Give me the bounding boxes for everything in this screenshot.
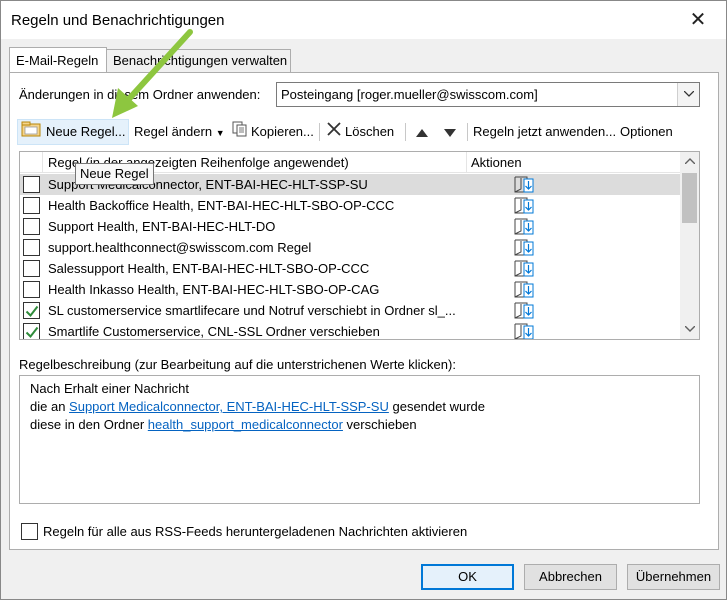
copy-rule-button[interactable]: Kopieren...	[229, 119, 317, 145]
rss-checkbox-label: Regeln für alle aus RSS-Feeds herunterge…	[43, 524, 468, 539]
cancel-button[interactable]: Abbrechen	[524, 564, 617, 590]
folder-label: Änderungen in diesem Ordner anwenden:	[19, 87, 261, 102]
close-button[interactable]: ✕	[684, 7, 712, 33]
move-to-folder-icon	[513, 280, 535, 302]
folder-select[interactable]: Posteingang [roger.mueller@swisscom.com]	[276, 82, 700, 107]
rule-row[interactable]: Smartlife Customerservice, CNL-SSL Ordne…	[20, 321, 680, 339]
move-to-folder-icon	[513, 259, 535, 281]
options-button[interactable]: Optionen	[617, 119, 677, 145]
rule-row[interactable]: Salessupport Health, ENT-BAI-HEC-HLT-SBO…	[20, 258, 680, 279]
description-text: diese in den Ordner	[30, 417, 148, 432]
recipient-link[interactable]: Support Medicalconnector, ENT-BAI-HEC-HL…	[69, 399, 389, 414]
scroll-down-icon[interactable]	[680, 320, 699, 339]
change-rule-label: Regel ändern	[134, 124, 213, 139]
options-label: Optionen	[620, 124, 673, 139]
rule-row[interactable]: Health Inkasso Health, ENT-BAI-HEC-HLT-S…	[20, 279, 680, 300]
move-down-button[interactable]	[441, 119, 463, 145]
move-to-folder-icon	[513, 196, 535, 218]
folder-link[interactable]: health_support_medicalconnector	[148, 417, 343, 432]
toolbar-separator	[319, 123, 320, 141]
window-title: Regeln und Benachrichtigungen	[11, 12, 225, 29]
triangle-down-icon	[444, 120, 456, 146]
copy-label: Kopieren...	[251, 124, 314, 139]
rule-name: Health Inkasso Health, ENT-BAI-HEC-HLT-S…	[48, 282, 380, 297]
move-to-folder-icon	[513, 175, 535, 197]
rss-checkbox[interactable]	[21, 523, 38, 540]
description-line-3: diese in den Ordner health_support_medic…	[30, 417, 417, 432]
title-bar: Regeln und Benachrichtigungen ✕	[1, 1, 726, 39]
delete-label: Löschen	[345, 124, 395, 139]
tab-manage-notifications[interactable]: Benachrichtigungen verwalten	[106, 49, 291, 73]
new-rule-button[interactable]: Neue Regel...	[17, 119, 129, 145]
rule-row[interactable]: Health Backoffice Health, ENT-BAI-HEC-HL…	[20, 195, 680, 216]
move-to-folder-icon	[513, 301, 535, 323]
ok-button[interactable]: OK	[421, 564, 514, 590]
rule-name: Health Backoffice Health, ENT-BAI-HEC-HL…	[48, 198, 395, 213]
rule-name: Smartlife Customerservice, CNL-SSL Ordne…	[48, 324, 380, 339]
new-rule-label: Neue Regel...	[46, 124, 126, 139]
rules-dialog: Regeln und Benachrichtigungen ✕ Benachri…	[0, 0, 727, 600]
tab-email-rules[interactable]: E-Mail-Regeln	[9, 47, 107, 73]
description-label: Regelbeschreibung (zur Bearbeitung auf d…	[19, 357, 456, 372]
tab-label: Benachrichtigungen verwalten	[113, 53, 288, 68]
rule-checkbox[interactable]	[23, 218, 40, 235]
chevron-down-icon[interactable]	[677, 83, 699, 106]
scroll-up-icon[interactable]	[680, 152, 699, 171]
column-header-actions[interactable]: Aktionen	[471, 155, 522, 170]
new-rule-tooltip: Neue Regel	[75, 163, 154, 185]
rule-checkbox[interactable]	[23, 176, 40, 193]
rule-name: Support Health, ENT-BAI-HEC-HLT-DO	[48, 219, 276, 234]
rule-checkbox[interactable]	[23, 239, 40, 256]
scroll-thumb[interactable]	[682, 173, 697, 223]
rule-checkbox[interactable]	[23, 260, 40, 277]
copy-icon	[232, 120, 248, 146]
description-text: verschieben	[342, 417, 417, 432]
rule-checkbox[interactable]	[23, 302, 40, 319]
move-to-folder-icon	[513, 238, 535, 260]
rule-row[interactable]: SL customerservice smartlifecare und Not…	[20, 300, 680, 321]
delete-x-icon	[326, 120, 342, 146]
run-rules-now-button[interactable]: Regeln jetzt anwenden...	[470, 119, 617, 145]
description-text: gesendet wurde	[388, 399, 485, 414]
triangle-up-icon	[416, 120, 428, 146]
move-to-folder-icon	[513, 217, 535, 239]
rule-checkbox[interactable]	[23, 323, 40, 339]
rule-name: Salessupport Health, ENT-BAI-HEC-HLT-SBO…	[48, 261, 370, 276]
rule-row[interactable]: Support Health, ENT-BAI-HEC-HLT-DO	[20, 216, 680, 237]
new-rule-icon	[21, 121, 43, 145]
change-rule-button[interactable]: Regel ändern ▼	[131, 119, 225, 145]
rules-scrollbar[interactable]	[680, 152, 699, 339]
move-to-folder-icon	[513, 322, 535, 339]
toolbar-separator	[405, 123, 406, 141]
run-rules-label: Regeln jetzt anwenden...	[473, 124, 617, 139]
rule-row[interactable]: support.healthconnect@swisscom.com Regel	[20, 237, 680, 258]
description-line-1: Nach Erhalt einer Nachricht	[30, 381, 189, 396]
rule-name: SL customerservice smartlifecare und Not…	[48, 303, 456, 318]
description-line-2: die an Support Medicalconnector, ENT-BAI…	[30, 399, 485, 414]
rule-checkbox[interactable]	[23, 281, 40, 298]
rule-name: support.healthconnect@swisscom.com Regel	[48, 240, 312, 255]
delete-rule-button[interactable]: Löschen	[323, 119, 401, 145]
rule-description-box: Nach Erhalt einer Nachricht die an Suppo…	[19, 375, 700, 504]
column-divider	[42, 152, 43, 173]
column-divider	[466, 152, 467, 173]
toolbar-separator	[467, 123, 468, 141]
rule-checkbox[interactable]	[23, 197, 40, 214]
apply-button[interactable]: Übernehmen	[627, 564, 720, 590]
description-text: die an	[30, 399, 70, 414]
dropdown-arrow-icon: ▼	[215, 128, 225, 138]
tab-label: E-Mail-Regeln	[16, 53, 99, 68]
folder-select-value: Posteingang [roger.mueller@swisscom.com]	[281, 87, 538, 102]
rules-toolbar: Neue Regel... Regel ändern ▼ Kopieren...…	[17, 119, 707, 145]
move-up-button[interactable]	[413, 119, 435, 145]
